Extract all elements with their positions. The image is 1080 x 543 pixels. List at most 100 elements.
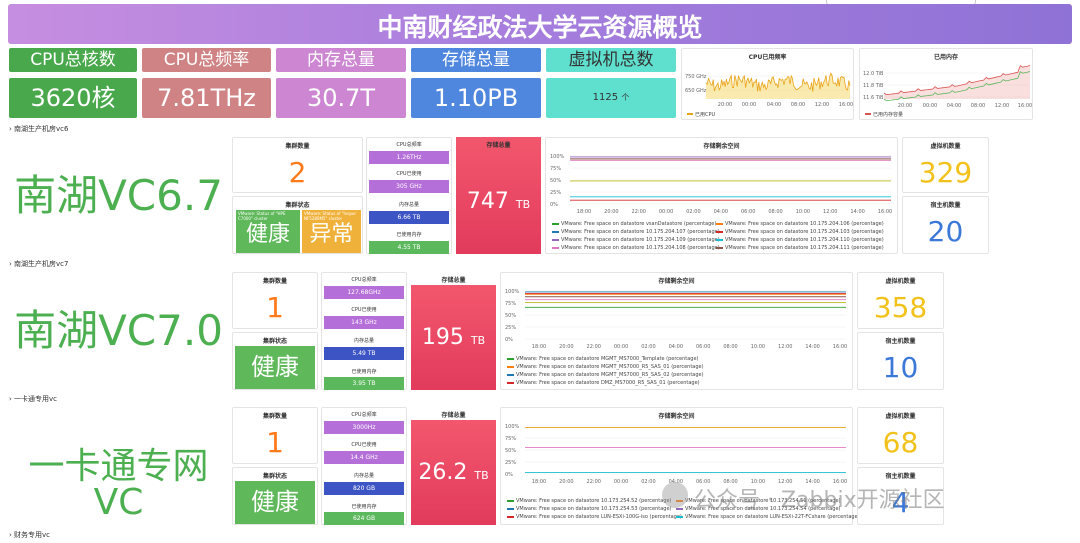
x-tick: 14:00: [850, 209, 864, 215]
ykt-mem-used: 624 GB: [324, 512, 404, 525]
x-tick: 18:00: [532, 344, 546, 350]
vc7-storage-title: 存储总量: [441, 277, 466, 284]
vc7-vm-count-panel: 虚拟机数量 358: [857, 272, 944, 329]
x-tick: 00:00: [659, 209, 673, 215]
watermark: 公众号 · Zabbix开源社区: [694, 488, 945, 513]
section-header-finance[interactable]: › 财务专用vc: [9, 530, 50, 540]
vc6-vm-count-panel: 虚拟机数量 329: [902, 137, 989, 193]
vc7-legend: VMware: Free space on datastore MGMT_MS7…: [507, 355, 704, 387]
cpu-used-label: CPU已使用: [351, 442, 377, 448]
panel-title: 宿主机数量: [885, 473, 916, 480]
storage-label: 存储总量: [411, 48, 541, 72]
vc6-storage-panel: 存储总量 747 TB: [456, 137, 541, 254]
ykt-cluster-count-panel: 集群数量 1: [232, 407, 318, 464]
mem-x-tick: 16:00: [1018, 103, 1032, 109]
ykt-storage-value: 26.2 TB: [418, 460, 489, 485]
mem-x-tick: 08:00: [971, 103, 985, 109]
vc7-name-panel: 南湖VC7.0: [9, 272, 228, 390]
vc7-storage-value: 195 TB: [421, 325, 486, 350]
memory-usage-chart-panel: 已用内存 12.0 TiB 11.8 TiB 11.6 TiB 20:00 00…: [859, 48, 1033, 120]
vc7-cluster-status-panel: 集群状态 健康: [232, 332, 318, 390]
x-tick: 22:00: [587, 479, 601, 485]
status-note: VMware: Status of "Inspur NF5280M5" clus…: [304, 211, 357, 221]
mem-x-tick: 00:00: [923, 103, 937, 109]
status-text: 异常: [309, 222, 354, 247]
panel-title: 虚拟机数量: [930, 143, 961, 150]
y-tick: 25%: [550, 190, 561, 196]
cpu-x-tick: 00:00: [742, 102, 756, 108]
mem-y-tick: 11.8 TiB: [863, 83, 884, 89]
cpu-used-label: CPU已使用: [351, 307, 377, 313]
cpu-total-label: CPU总频率: [351, 277, 377, 283]
cpu-cores-value: 3620核: [9, 78, 137, 118]
vc7-cluster-count: 1: [266, 291, 284, 324]
x-tick: 02:00: [641, 344, 655, 350]
cpu-used-label: CPU已使用: [396, 171, 422, 177]
x-tick: 00:00: [614, 479, 628, 485]
section-header-label: 南湖生产机房vc6: [14, 125, 69, 133]
x-tick: 18:00: [577, 209, 591, 215]
section-header-ykt[interactable]: › 一卡通专用vc: [9, 394, 57, 404]
y-tick: 50%: [505, 313, 516, 319]
ykt-name-panel: 一卡通专网VC: [9, 407, 228, 525]
ykt-resource-panel: CPU总频率 3000Hz CPU已使用 14.4 GHz 内存总量 820 G…: [321, 407, 407, 525]
section-header-label: 一卡通专用vc: [14, 395, 58, 403]
y-tick: 75%: [550, 166, 561, 172]
vc7-status-healthy: 健康: [235, 346, 315, 389]
x-tick: 00:00: [614, 344, 628, 350]
ykt-cpu-used: 14.4 GHz: [324, 451, 404, 464]
x-tick: 06:00: [696, 344, 710, 350]
mem-x-tick: 20:00: [898, 103, 912, 109]
page-title: 中南财经政法大学云资源概览: [377, 13, 703, 42]
y-tick: 100%: [505, 424, 520, 430]
section-header-vc6[interactable]: › 南湖生产机房vc6: [9, 124, 68, 134]
vc7-vm-count: 358: [873, 291, 928, 324]
mem-used-label: 已使用内存: [396, 232, 422, 238]
memory-usage-chart: 12.0 TiB 11.8 TiB 11.6 TiB 20:00 00:00 0…: [863, 65, 1032, 118]
x-tick: 22:00: [587, 344, 601, 350]
cpu-usage-chart-panel: CPU已用频率 750 GHz 650 GHz 20:00 00:00 04:0…: [681, 48, 854, 120]
vc7-mem-total: 5.49 TB: [324, 347, 404, 360]
vc6-cpu-used: 305 GHz: [369, 180, 449, 193]
ykt-vm-count-panel: 虚拟机数量 68: [857, 407, 944, 464]
cpu-freq-value: 7.81THz: [142, 78, 271, 118]
cpu-x-tick: 04:00: [767, 102, 781, 108]
cpu-total-label: CPU总频率: [351, 412, 377, 418]
cpu-usage-chart: 750 GHz 650 GHz 20:00 00:00 04:00 08:00 …: [685, 72, 853, 118]
vc6-storage-free-chart-panel: 存储剩余空间 100% 75% 50% 25% 0% 18:00 20:00 22:00 00:…: [545, 137, 898, 254]
y-tick: 50%: [505, 448, 516, 454]
vc6-storage-free-chart: 100% 75% 50% 25% 0% 18:00 20:00 22:00 00:00 02:00…: [550, 154, 892, 215]
section-header-label: 南湖生产机房vc7: [14, 260, 69, 268]
cpu-x-tick: 08:00: [791, 102, 805, 108]
panel-title: 存储总量: [486, 142, 511, 149]
cpu-total-label: CPU总频率: [396, 142, 422, 148]
ykt-vm-count: 68: [882, 426, 919, 459]
vc7-name: 南湖VC7.0: [14, 306, 223, 355]
vc6-legend-2: VMware: Free space on datastore 10.175.2…: [716, 220, 884, 252]
vc6-status-abnormal: VMware: Status of "Inspur NF5280M5" clus…: [302, 210, 361, 253]
status-text: 健康: [245, 222, 290, 247]
memory-label: 内存总量: [276, 48, 406, 72]
storage-value: 1.10PB: [411, 78, 541, 118]
x-tick: 02:00: [686, 209, 700, 215]
vc7-host-count: 10: [882, 351, 919, 384]
x-tick: 22:00: [632, 209, 646, 215]
vc6-cluster-status-panel: 集群状态 VMware: Status of "HPE C7000" clust…: [232, 196, 363, 254]
vc6-host-count: 20: [927, 215, 964, 248]
x-tick: 12:00: [778, 344, 792, 350]
y-tick: 75%: [505, 301, 516, 307]
vc7-cpu-used: 143 GHz: [324, 316, 404, 329]
panel-title: 集群状态: [262, 338, 287, 345]
vc6-legend: VMware: Free space on datastore vsanData…: [552, 220, 720, 252]
section-header-vc7[interactable]: › 南湖生产机房vc7: [9, 259, 68, 269]
y-tick: 100%: [505, 289, 520, 295]
mem-total-label: 内存总量: [353, 473, 374, 479]
vm-total-value: 1125: [592, 92, 619, 103]
y-tick: 50%: [550, 178, 561, 184]
ykt-status-healthy: 健康: [235, 481, 315, 524]
x-tick: 06:00: [741, 209, 755, 215]
memory-usage-area: [884, 65, 1030, 99]
vc6-cluster-count: 2: [288, 156, 307, 189]
vc7-resource-panel: CPU总频率 127.68GHz CPU已使用 143 GHz 内存总量 5.4…: [321, 272, 407, 390]
x-tick: 14:00: [805, 344, 819, 350]
